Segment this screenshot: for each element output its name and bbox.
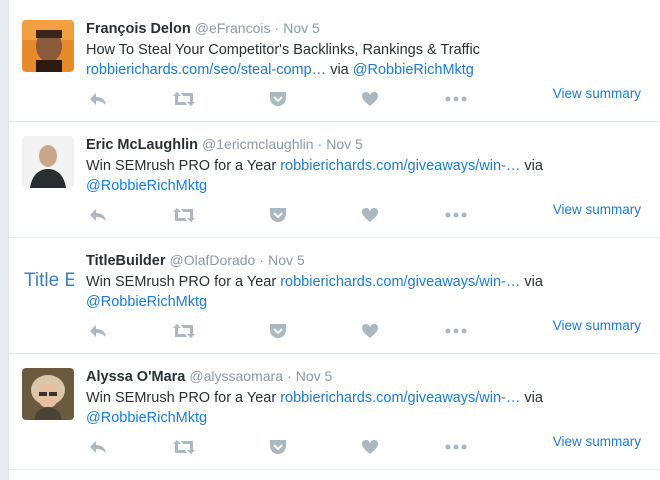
tweet[interactable]: François Delon @eFrancois · Nov 5 How To… <box>9 6 660 122</box>
author-name[interactable]: Alyssa O'Mara <box>86 369 185 385</box>
view-summary-link[interactable]: View summary <box>553 434 641 449</box>
like-icon[interactable] <box>358 437 382 457</box>
tweet-text: Win SEMrush PRO for a Year robbierichard… <box>86 156 566 196</box>
tweet-body: Win SEMrush PRO for a Year <box>86 390 277 406</box>
tweet[interactable]: Title E TitleBuilder @OlafDorado · Nov 5… <box>9 238 660 354</box>
more-icon[interactable] <box>444 437 468 457</box>
tweet-actions <box>86 205 506 225</box>
tweet-link[interactable]: robbierichards.com/giveaways/win-… <box>280 390 520 406</box>
via-text: via <box>524 158 543 174</box>
tweet-header: Eric McLaughlin @1ericmclaughlin · Nov 5 <box>86 135 651 154</box>
tweet-link[interactable]: robbierichards.com/seo/steal-comp… <box>86 62 326 78</box>
author-name[interactable]: Eric McLaughlin <box>86 137 198 153</box>
view-summary-link[interactable]: View summary <box>553 318 641 333</box>
like-icon[interactable] <box>358 205 382 225</box>
mention-link[interactable]: @RobbieRichMktg <box>353 62 474 78</box>
retweet-icon[interactable] <box>172 205 196 225</box>
more-icon[interactable] <box>444 321 468 341</box>
avatar[interactable] <box>22 136 74 188</box>
reply-icon[interactable] <box>86 205 110 225</box>
reply-icon[interactable] <box>86 89 110 109</box>
tweet-link[interactable]: robbierichards.com/giveaways/win-… <box>280 274 520 290</box>
tweet-link[interactable]: robbierichards.com/giveaways/win-… <box>280 158 520 174</box>
pocket-icon[interactable] <box>266 437 290 457</box>
mention-link[interactable]: @RobbieRichMktg <box>86 178 207 194</box>
timestamp[interactable]: Nov 5 <box>326 136 363 152</box>
timestamp[interactable]: Nov 5 <box>268 252 305 268</box>
tweet-body: Win SEMrush PRO for a Year <box>86 158 277 174</box>
pocket-icon[interactable] <box>266 205 290 225</box>
avatar[interactable]: Title E <box>22 252 74 304</box>
more-icon[interactable] <box>444 205 468 225</box>
avatar[interactable] <box>22 368 74 420</box>
tweet-header: TitleBuilder @OlafDorado · Nov 5 <box>86 251 651 270</box>
tweet-actions <box>86 437 506 457</box>
tweet-header: François Delon @eFrancois · Nov 5 <box>86 19 651 38</box>
separator: · <box>317 136 323 152</box>
reply-icon[interactable] <box>86 437 110 457</box>
timestamp[interactable]: Nov 5 <box>283 20 320 36</box>
tweet-body: How To Steal Your Competitor's Backlinks… <box>86 42 480 58</box>
retweet-icon[interactable] <box>172 321 196 341</box>
view-summary-link[interactable]: View summary <box>553 86 641 101</box>
retweet-icon[interactable] <box>172 437 196 457</box>
reply-icon[interactable] <box>86 321 110 341</box>
view-summary-link[interactable]: View summary <box>553 202 641 217</box>
mention-link[interactable]: @RobbieRichMktg <box>86 294 207 310</box>
pocket-icon[interactable] <box>266 321 290 341</box>
tweet-actions <box>86 321 506 341</box>
author-handle[interactable]: @OlafDorado <box>170 252 256 268</box>
author-handle[interactable]: @eFrancois <box>195 20 271 36</box>
like-icon[interactable] <box>358 321 382 341</box>
tweet[interactable]: Alyssa O'Mara @alyssaomara · Nov 5 Win S… <box>9 354 660 470</box>
avatar-logo-text: Title E <box>24 270 74 291</box>
author-handle[interactable]: @alyssaomara <box>189 368 283 384</box>
tweet-header: Alyssa O'Mara @alyssaomara · Nov 5 <box>86 367 651 386</box>
timeline: François Delon @eFrancois · Nov 5 How To… <box>8 0 660 480</box>
timestamp[interactable]: Nov 5 <box>296 368 333 384</box>
tweet-text: How To Steal Your Competitor's Backlinks… <box>86 40 566 80</box>
retweet-icon[interactable] <box>172 89 196 109</box>
separator: · <box>287 368 292 384</box>
tweet-text: Win SEMrush PRO for a Year robbierichard… <box>86 388 566 428</box>
more-icon[interactable] <box>444 89 468 109</box>
via-text: via <box>524 390 543 406</box>
like-icon[interactable] <box>358 89 382 109</box>
tweet-actions <box>86 89 506 109</box>
avatar[interactable] <box>22 20 74 72</box>
tweet-text: Win SEMrush PRO for a Year robbierichard… <box>86 272 566 312</box>
tweet[interactable]: Eric McLaughlin @1ericmclaughlin · Nov 5… <box>9 122 660 238</box>
separator: · <box>259 252 265 268</box>
author-handle[interactable]: @1ericmclaughlin <box>202 136 313 152</box>
separator: · <box>274 20 280 36</box>
author-name[interactable]: TitleBuilder <box>86 253 166 269</box>
via-text: via <box>330 62 349 78</box>
via-text: via <box>524 274 543 290</box>
pocket-icon[interactable] <box>266 89 290 109</box>
mention-link[interactable]: @RobbieRichMktg <box>86 410 207 426</box>
author-name[interactable]: François Delon <box>86 21 191 37</box>
tweet-body: Win SEMrush PRO for a Year <box>86 274 277 290</box>
